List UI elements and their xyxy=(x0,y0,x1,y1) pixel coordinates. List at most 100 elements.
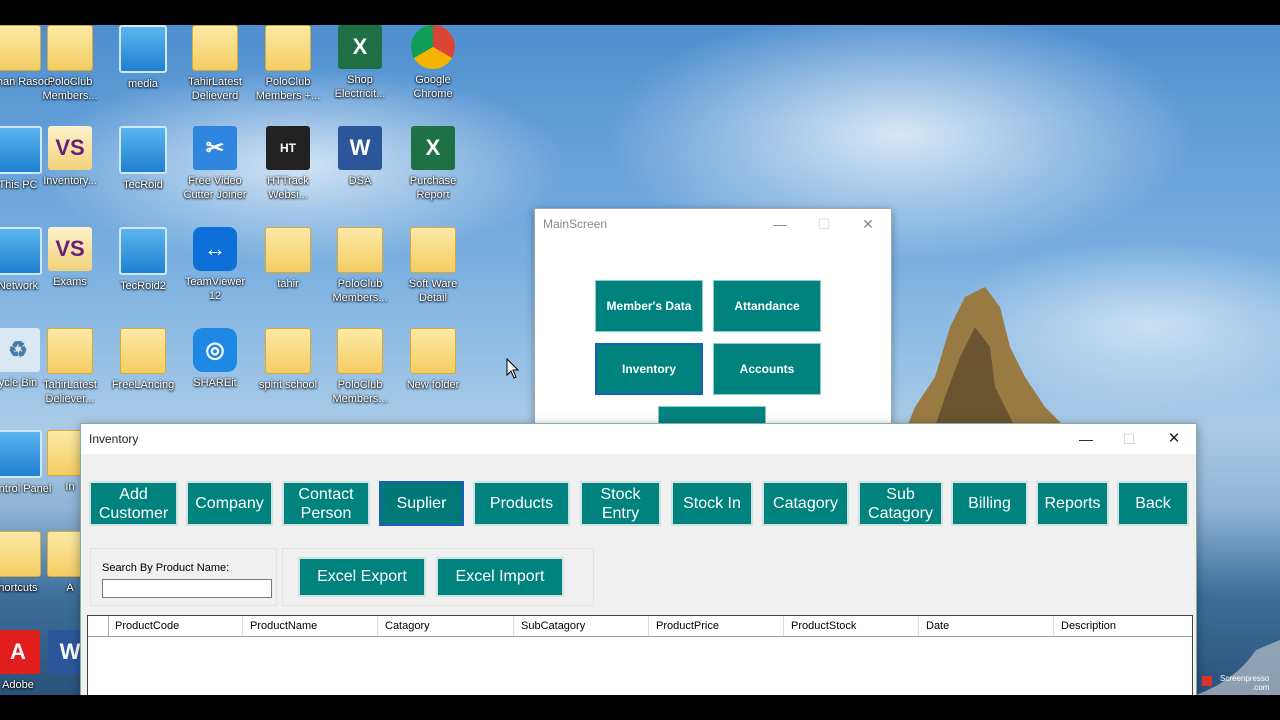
excel-icon: X xyxy=(411,126,455,170)
desktop-icon[interactable]: spirit school xyxy=(252,328,324,392)
inventory-title: Inventory xyxy=(89,432,139,446)
grid-corner[interactable] xyxy=(88,616,109,636)
folder-icon xyxy=(47,25,93,71)
desktop-icon[interactable]: X Shop Electricit... xyxy=(324,25,396,101)
desktop-icon-label: PoloClub Members +... xyxy=(255,76,321,102)
column-header[interactable]: Catagory xyxy=(378,616,514,636)
desktop-icon[interactable]: VS Exams xyxy=(34,227,106,289)
minimize-button[interactable]: — xyxy=(1064,428,1108,450)
top-letterbox xyxy=(0,0,1280,25)
sub-catagory-button[interactable]: Sub Catagory xyxy=(858,481,943,526)
desktop-icon-label: spirit school xyxy=(258,379,318,391)
desktop-icon[interactable]: Google Chrome xyxy=(397,25,469,101)
desktop-icon[interactable]: W DSA xyxy=(324,126,396,188)
folder-icon xyxy=(265,328,311,374)
desktop-icon[interactable]: PoloClub Members... xyxy=(324,227,396,305)
desktop-icon[interactable]: TahirLatest Delieverd xyxy=(179,25,251,103)
desktop-icon[interactable]: ◎ SHAREit xyxy=(179,328,251,390)
suplier-button[interactable]: Suplier xyxy=(379,481,464,526)
desktop-icon-label: Adobe xyxy=(2,679,34,691)
desktop-icon[interactable]: ✂ Free Video Cutter Joiner xyxy=(179,126,251,202)
inventory-button[interactable]: Inventory xyxy=(595,343,703,395)
desktop-icon-label: SHAREit xyxy=(193,377,237,389)
members-data-button[interactable]: Member's Data xyxy=(595,280,703,332)
search-input[interactable] xyxy=(102,579,272,598)
desktop-icon[interactable]: New folder xyxy=(397,328,469,392)
desktop-icon[interactable]: media xyxy=(107,25,179,91)
desktop-icon-label: TahirLatest Delieverd xyxy=(188,76,242,102)
grid-header: ProductCode ProductName Catagory SubCata… xyxy=(88,616,1192,637)
monitor-icon xyxy=(119,126,167,174)
catagory-button[interactable]: Catagory xyxy=(762,481,849,526)
main-screen-title: MainScreen xyxy=(543,217,608,231)
desktop-icon[interactable]: tahir xyxy=(252,227,324,291)
monitor-icon xyxy=(119,25,167,73)
contact-person-button[interactable]: Contact Person xyxy=(282,481,370,526)
excel-import-button[interactable]: Excel Import xyxy=(436,557,564,597)
desktop-icon-label: TecRoid2 xyxy=(120,280,166,292)
desktop-icon[interactable]: PoloClub Members +... xyxy=(252,25,324,103)
desktop-icon[interactable]: Soft Ware Detail xyxy=(397,227,469,305)
folder-icon xyxy=(337,227,383,273)
accounts-button[interactable]: Accounts xyxy=(713,343,821,395)
column-header[interactable]: ProductName xyxy=(243,616,378,636)
desktop-icon[interactable]: PoloClub Members... xyxy=(324,328,396,406)
chrome-icon xyxy=(411,25,455,69)
desktop-icon-label: Inventory... xyxy=(43,175,97,187)
main-screen-window: MainScreen — ☐ ✕ Member's Data Attandanc… xyxy=(534,208,892,425)
column-header[interactable]: Date xyxy=(919,616,1054,636)
desktop-icon[interactable]: TecRoid xyxy=(107,126,179,192)
desktop-icon-label: HTTrack Websi... xyxy=(267,175,309,201)
desktop-icon[interactable]: FreeLAncing xyxy=(107,328,179,392)
folder-icon xyxy=(47,328,93,374)
inventory-titlebar: Inventory — ☐ ✕ xyxy=(81,424,1196,454)
desktop-icon[interactable]: PoloClub Members... xyxy=(34,25,106,103)
add-customer-button[interactable]: Add Customer xyxy=(89,481,178,526)
desktop-icon[interactable]: ↔ TeamViewer 12 xyxy=(179,227,251,303)
column-header[interactable]: ProductStock xyxy=(784,616,919,636)
maximize-button[interactable]: ☐ xyxy=(1107,428,1151,450)
search-label: Search By Product Name: xyxy=(102,562,230,574)
desktop-icon[interactable]: TahirLatest Deliever... xyxy=(34,328,106,406)
minimize-button[interactable]: — xyxy=(758,213,802,235)
company-button[interactable]: Company xyxy=(186,481,273,526)
desktop-icon[interactable]: X Purchase Report xyxy=(397,126,469,202)
column-header[interactable]: ProductPrice xyxy=(649,616,784,636)
stock-in-button[interactable]: Stock In xyxy=(671,481,753,526)
desktop-icon-label: Purchase Report xyxy=(409,175,457,201)
back-button[interactable]: Back xyxy=(1117,481,1189,526)
desktop-icon[interactable]: TecRoid2 xyxy=(107,227,179,293)
folder-icon xyxy=(410,328,456,374)
column-header[interactable]: Description xyxy=(1054,616,1191,636)
desktop-icon-label: tahir xyxy=(277,278,299,290)
desktop-icon[interactable]: HT HTTrack Websi... xyxy=(252,126,324,202)
desktop-icon-label: Soft Ware Detail xyxy=(408,278,458,304)
desktop-icon-label: Google Chrome xyxy=(413,74,453,100)
desktop-icon-label: New folder xyxy=(406,379,460,391)
close-button[interactable]: ✕ xyxy=(846,213,890,235)
billing-button[interactable]: Billing xyxy=(951,481,1028,526)
column-header[interactable]: SubCatagory xyxy=(514,616,649,636)
desktop-icon-label: DSA xyxy=(348,175,372,187)
screenpresso-text: Screenpresso .com xyxy=(1220,674,1270,692)
desktop-icon[interactable]: VS Inventory... xyxy=(34,126,106,188)
desktop-icon-label: FreeLAncing xyxy=(111,379,175,391)
folder-icon xyxy=(120,328,166,374)
folder-icon xyxy=(337,328,383,374)
maximize-button[interactable]: ☐ xyxy=(802,213,846,235)
desktop-icon-label: TeamViewer 12 xyxy=(184,276,246,302)
attandance-button[interactable]: Attandance xyxy=(713,280,821,332)
excel-export-button[interactable]: Excel Export xyxy=(298,557,426,597)
video-cutter-icon: ✂ xyxy=(193,126,237,170)
desktop-icon-label: PoloClub Members... xyxy=(332,379,388,405)
products-grid[interactable]: ProductCode ProductName Catagory SubCata… xyxy=(87,615,1193,699)
stock-entry-button[interactable]: Stock Entry xyxy=(580,481,661,526)
column-header[interactable]: ProductCode xyxy=(108,616,243,636)
products-button[interactable]: Products xyxy=(473,481,570,526)
bottom-letterbox xyxy=(0,695,1280,720)
desktop-icon-label: PoloClub Members... xyxy=(42,76,98,102)
close-button[interactable]: ✕ xyxy=(1152,428,1196,450)
reports-button[interactable]: Reports xyxy=(1036,481,1109,526)
desktop-icon-label: Free Video Cutter Joiner xyxy=(183,175,247,201)
desktop-icon-label: Shop Electricit... xyxy=(334,74,386,100)
